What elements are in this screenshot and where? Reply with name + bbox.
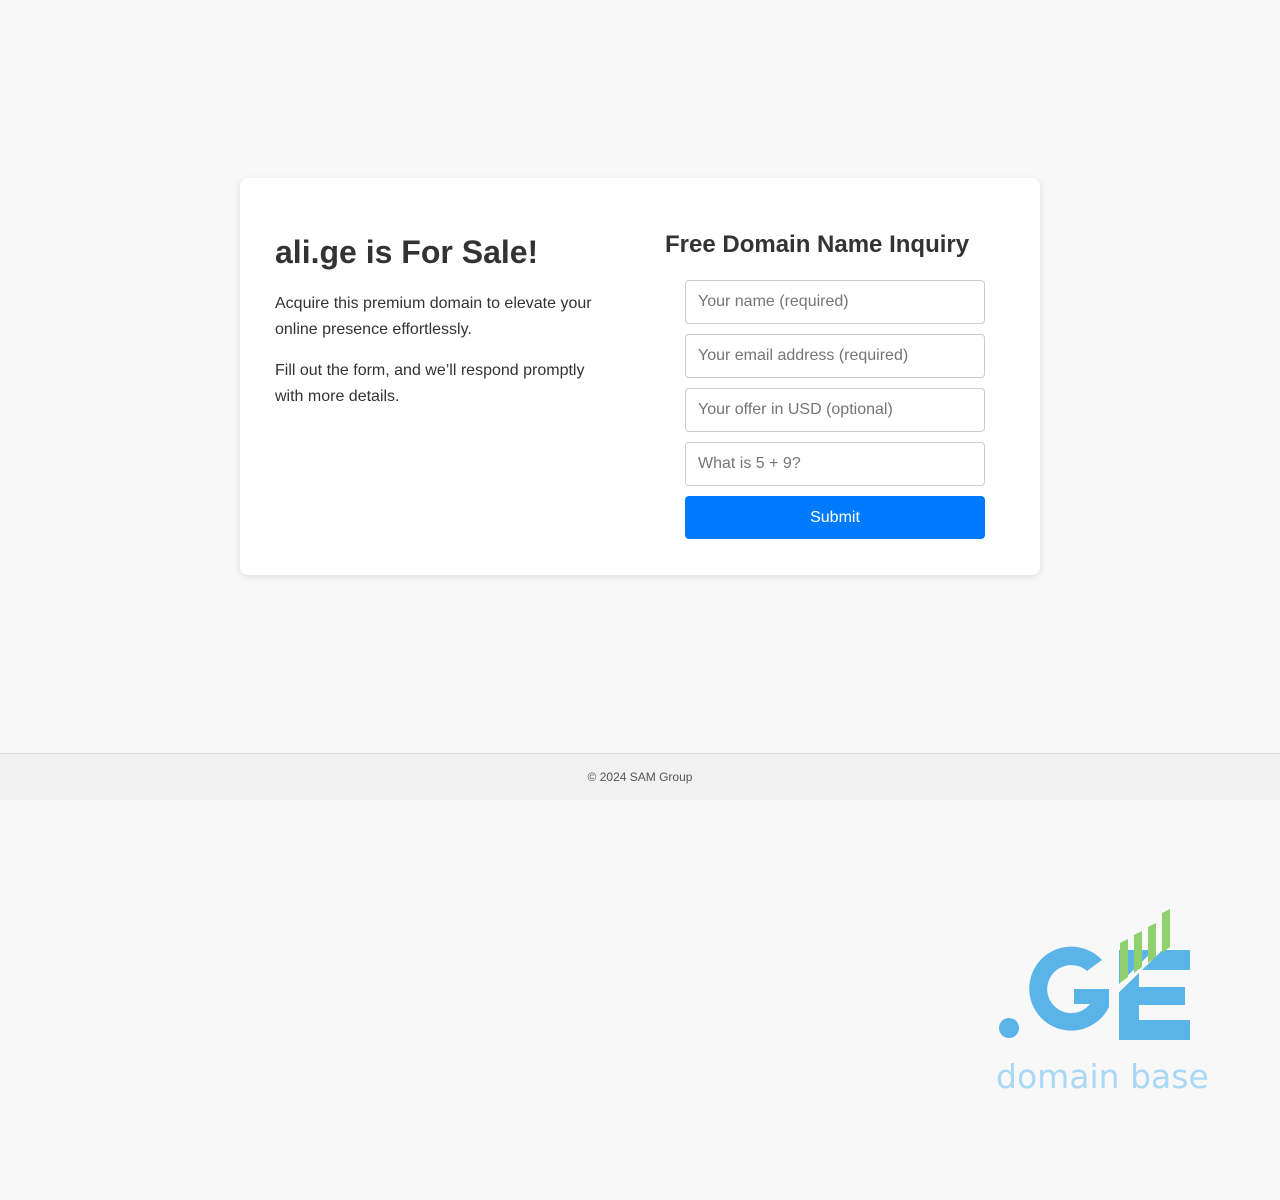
inquiry-form: Submit [685, 280, 985, 539]
footer: © 2024 SAM Group [0, 753, 1280, 800]
captcha-field[interactable] [685, 442, 985, 486]
page-title: ali.ge is For Sale! [275, 234, 539, 270]
sale-info: ali.ge is For Sale! Acquire this premium… [275, 233, 605, 410]
offer-field[interactable] [685, 388, 985, 432]
inquiry-card: ali.ge is For Sale! Acquire this premium… [240, 178, 1040, 575]
ge-logo-mark-icon [999, 909, 1190, 1040]
form-title: Free Domain Name Inquiry [665, 231, 970, 258]
submit-button[interactable]: Submit [685, 496, 985, 539]
inquiry-form-section: Free Domain Name Inquiry Submit [665, 230, 1005, 539]
email-field[interactable] [685, 334, 985, 378]
copyright-text: © 2024 SAM Group [587, 770, 693, 784]
instructions-paragraph: Fill out the form, and we’ll respond pro… [275, 362, 585, 405]
name-field[interactable] [685, 280, 985, 324]
description-paragraph: Acquire this premium domain to elevate y… [275, 295, 592, 338]
logo-tagline: domain base [996, 1057, 1209, 1096]
ge-domain-base-logo[interactable]: domain base [992, 905, 1209, 1100]
